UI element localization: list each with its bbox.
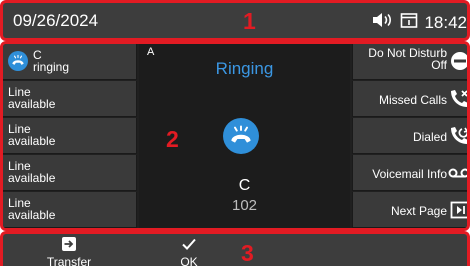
- caller-name: C: [238, 177, 251, 194]
- status-date: 09/26/2024: [13, 11, 99, 30]
- dnd-key[interactable]: Do Not Disturb Off: [352, 44, 467, 80]
- call-state: Ringing: [215, 59, 274, 78]
- ok-label: OK: [180, 255, 198, 269]
- missed-calls-label: Missed Calls: [378, 93, 447, 107]
- voicemail-icon: [448, 166, 467, 183]
- marker-1: 1: [243, 8, 256, 34]
- phone-screen: 09/26/2024 18:42 1 C ringing Line availa…: [0, 0, 470, 269]
- dialed-call-icon: [448, 125, 467, 150]
- line-key-state: available: [8, 97, 56, 111]
- line-keys: Cringing Line available Line available Lin…: [3, 44, 137, 228]
- feature-keys: Do Not Disturb Off Missed Calls Dialed V…: [352, 44, 467, 228]
- line-key-state: available: [8, 208, 56, 222]
- next-page-key[interactable]: Next Page: [352, 192, 467, 228]
- calendar-icon: [400, 11, 418, 34]
- line-key-5[interactable]: Line available: [3, 192, 137, 228]
- next-page-icon: [450, 201, 467, 222]
- speaker-icon: [372, 12, 394, 33]
- missed-call-icon: [448, 88, 467, 113]
- dialed-label: Dialed: [412, 130, 447, 144]
- softkey-bar: Transfer OK 3: [0, 231, 470, 269]
- check-icon: [149, 236, 229, 252]
- marker-2: 2: [166, 126, 179, 152]
- line-key-state: ringing: [33, 60, 70, 74]
- transfer-icon: [29, 236, 109, 252]
- line-key-1[interactable]: Cringing: [3, 44, 137, 80]
- dnd-state: Off: [431, 58, 447, 72]
- ok-softkey[interactable]: OK: [149, 236, 229, 269]
- marker-3: 3: [241, 240, 254, 266]
- dialed-key[interactable]: Dialed: [352, 118, 467, 154]
- line-key-2[interactable]: Line available: [3, 81, 137, 117]
- line-key-3[interactable]: Line available: [3, 118, 137, 154]
- next-page-label: Next Page: [390, 204, 447, 218]
- line-key-4[interactable]: Line available: [3, 155, 137, 191]
- line-key-state: available: [8, 134, 56, 148]
- voicemail-info-label: Voicemail Info: [372, 167, 447, 181]
- transfer-label: Transfer: [46, 255, 92, 269]
- dnd-icon: [450, 51, 467, 74]
- status-icons: 18:42: [372, 11, 467, 34]
- caller-number: 102: [231, 197, 258, 214]
- ringing-phone-icon: [8, 51, 28, 71]
- call-area: Cringing Line available Line available Lin…: [0, 41, 470, 231]
- voicemail-info-key[interactable]: Voicemail Info: [352, 155, 467, 191]
- line-letter: A: [147, 46, 155, 58]
- line-key-state: available: [8, 171, 56, 185]
- transfer-softkey[interactable]: Transfer: [29, 236, 109, 269]
- call-panel: A Ringing 2 C 102: [139, 44, 350, 228]
- status-bar: 09/26/2024 18:42: [0, 0, 470, 41]
- incoming-call-icon: [223, 118, 259, 154]
- status-time: 18:42: [424, 12, 467, 32]
- missed-calls-key[interactable]: Missed Calls: [352, 81, 467, 117]
